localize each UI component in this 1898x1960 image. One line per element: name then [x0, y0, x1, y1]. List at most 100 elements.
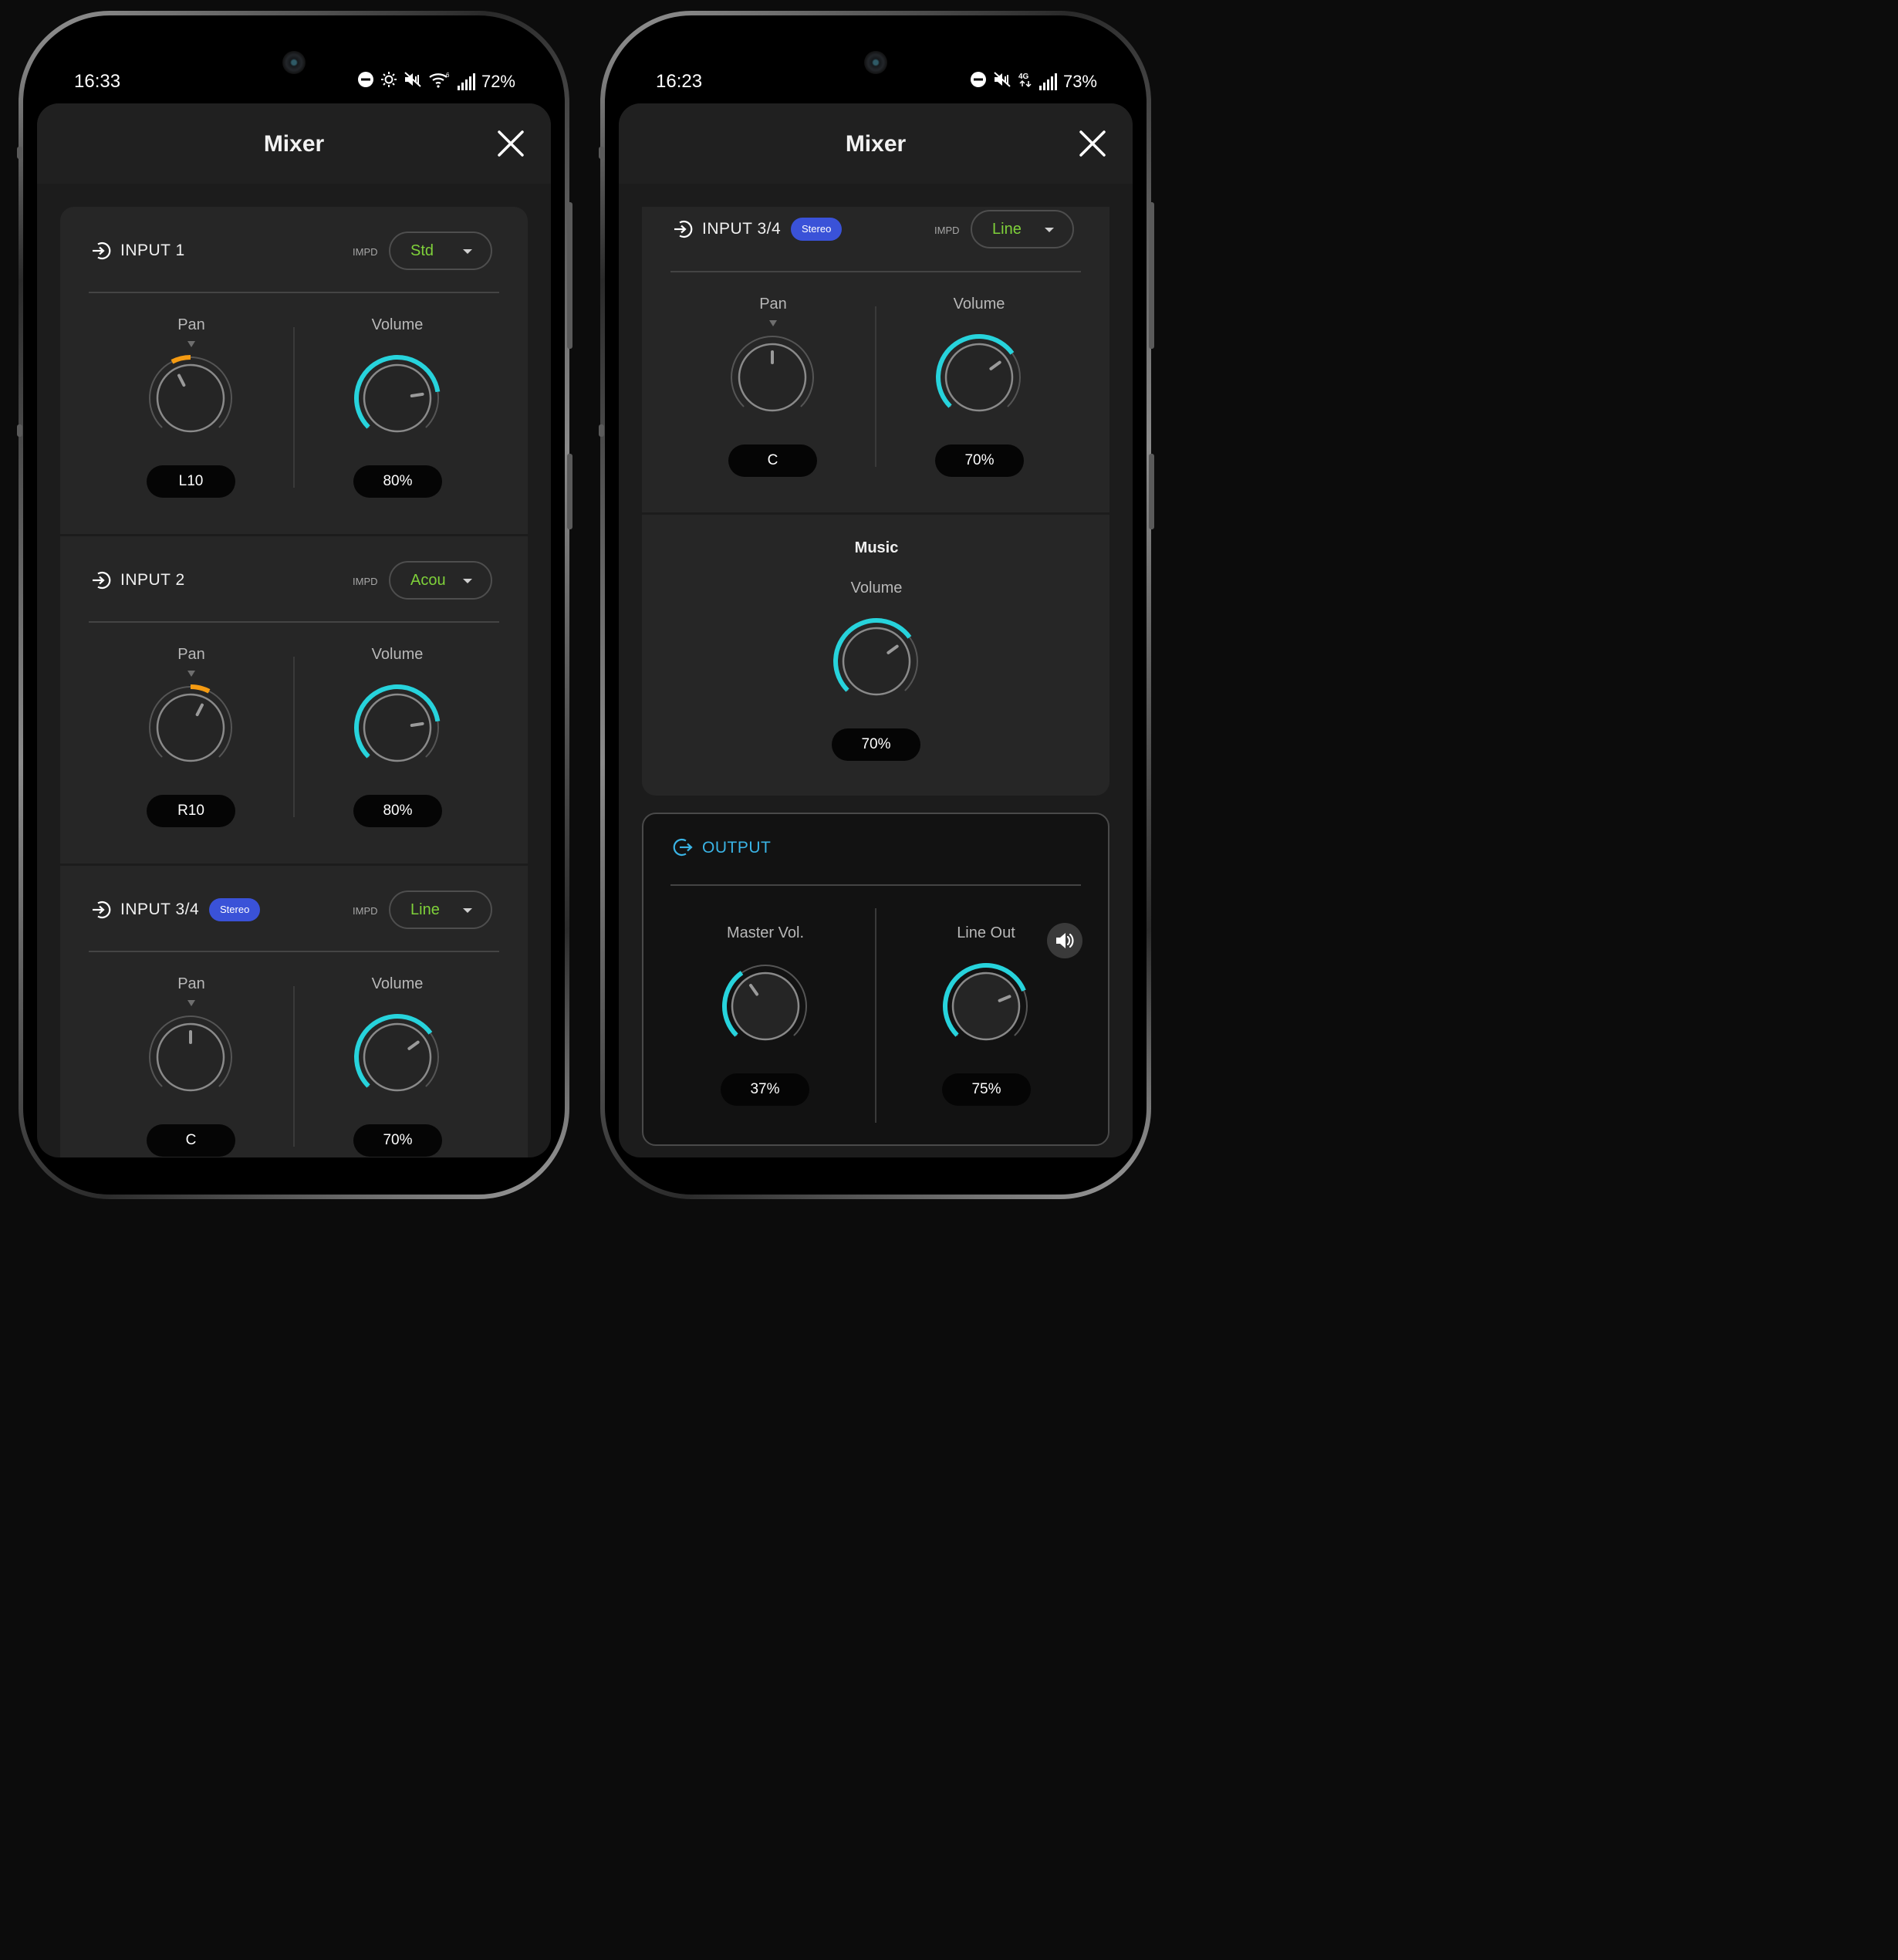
column-divider [293, 327, 295, 488]
volume-knob[interactable] [347, 348, 447, 448]
volume-knob[interactable] [929, 327, 1029, 427]
pan-label: Pan [177, 975, 205, 992]
column-divider [293, 657, 295, 817]
volume-value: 80% [353, 795, 442, 827]
channel-card-music: Music Volume 70% [642, 515, 1109, 796]
4g-icon: 4G [1018, 71, 1033, 93]
volume-knob[interactable] [347, 1007, 447, 1107]
pan-value: C [728, 444, 817, 477]
volume-label: Volume [953, 296, 1005, 313]
status-bar: 16:33 6 72% [37, 62, 551, 103]
volume-value: 70% [935, 444, 1024, 477]
stereo-badge: Stereo [791, 218, 843, 241]
impd-select[interactable]: Line [971, 210, 1074, 248]
pan-knob[interactable] [722, 327, 822, 427]
knob-body [842, 627, 911, 696]
left-phone-frame: 16:33 6 72% Mixer INPUT 1 IMPD Std Pan L… [17, 11, 572, 1199]
side-button [17, 424, 22, 437]
close-icon [498, 130, 524, 157]
signal-icon [457, 73, 475, 90]
channel-card-input-3-4: INPUT 3/4 Stereo IMPD Line Pan C Volume … [60, 866, 528, 1157]
volume-label: Volume [371, 316, 424, 333]
volume-label: Volume [850, 580, 903, 596]
volume-value: 70% [832, 728, 920, 761]
right-phone-frame: 16:23 4G 73% Mixer INPUT 3/4 Stereo IMPD [599, 11, 1154, 1199]
chevron-down-icon [463, 908, 472, 913]
master-volume-knob[interactable] [715, 956, 816, 1056]
pan-label: Pan [759, 296, 787, 313]
channel-name: INPUT 3/4 [702, 220, 782, 238]
mixer-content: INPUT 3/4 Stereo IMPD Line Pan C Volume … [619, 184, 1133, 1157]
battery-percent: 72% [481, 72, 515, 91]
brightness-icon [380, 71, 397, 93]
close-button[interactable] [497, 130, 525, 157]
side-button [599, 147, 604, 159]
chevron-down-icon [1045, 228, 1054, 232]
side-button [17, 147, 22, 159]
knob-body [156, 693, 225, 762]
sheet-header: Mixer [619, 103, 1133, 184]
impd-label: IMPD [934, 225, 960, 236]
line-out-volume-knob[interactable] [936, 956, 1036, 1056]
volume-label: Volume [371, 975, 424, 992]
impd-label: IMPD [353, 576, 378, 587]
channel-header: INPUT 1 IMPD Std [60, 228, 528, 275]
knob-pointer [410, 721, 424, 728]
line-out-speaker-button[interactable] [1047, 923, 1082, 958]
master-vol-label: Master Vol. [726, 924, 805, 941]
impd-value: Acou [410, 572, 446, 589]
line-out-label: Line Out [957, 924, 1015, 941]
column-divider [875, 306, 876, 467]
svg-text:4G: 4G [1018, 73, 1029, 81]
master-vol-value: 37% [721, 1073, 809, 1106]
pan-knob[interactable] [140, 678, 241, 778]
channel-card-input-1: INPUT 1 IMPD Std Pan L10 Volume 80% [60, 207, 528, 534]
channel-header: INPUT 2 IMPD Acou [60, 558, 528, 604]
input-icon [674, 220, 693, 238]
mute-icon [993, 71, 1011, 93]
power-button [1149, 454, 1154, 529]
channel-name: INPUT 1 [120, 242, 185, 259]
impd-select[interactable]: Line [389, 890, 492, 929]
knob-body [156, 363, 225, 433]
power-button [567, 454, 572, 529]
channel-card-input-2: INPUT 2 IMPD Acou Pan R10 Volume 80% [60, 536, 528, 863]
output-name: OUTPUT [702, 839, 772, 857]
impd-select[interactable]: Acou [389, 561, 492, 600]
divider [89, 292, 499, 293]
volume-value: 70% [353, 1124, 442, 1157]
volume-knob[interactable] [347, 678, 447, 778]
impd-select[interactable]: Std [389, 231, 492, 270]
battery-percent: 73% [1062, 72, 1097, 91]
divider [670, 884, 1081, 886]
pan-center-marker [187, 671, 195, 677]
knob-body [731, 972, 800, 1041]
volume-value: 80% [353, 465, 442, 498]
dnd-icon [970, 71, 987, 93]
channel-card-input-3-4: INPUT 3/4 Stereo IMPD Line Pan C Volume … [642, 207, 1109, 512]
dnd-icon [357, 71, 374, 93]
output-icon [673, 838, 693, 857]
input-icon [93, 901, 111, 919]
mute-icon [404, 71, 422, 93]
output-card: OUTPUT Master Vol. 37% Line Out 75% [642, 813, 1109, 1146]
channel-name: INPUT 3/4 [120, 901, 200, 918]
pan-knob[interactable] [140, 348, 241, 448]
side-button [599, 424, 604, 437]
pan-value: L10 [147, 465, 235, 498]
knob-body [944, 343, 1014, 412]
speaker-icon [1056, 933, 1074, 948]
chevron-down-icon [463, 249, 472, 254]
music-title: Music [854, 539, 899, 556]
mixer-sheet: Mixer INPUT 3/4 Stereo IMPD Line Pan C V… [619, 103, 1133, 1157]
knob-pan-arc [171, 355, 191, 364]
pan-knob[interactable] [140, 1007, 241, 1107]
volume-knob[interactable] [826, 611, 927, 711]
pan-center-marker [769, 320, 777, 326]
knob-pointer [410, 392, 424, 398]
channel-header: INPUT 3/4 Stereo IMPD Line [60, 887, 528, 934]
status-bar: 16:23 4G 73% [619, 62, 1133, 103]
close-button[interactable] [1079, 130, 1106, 157]
knob-body [363, 1022, 432, 1092]
divider [89, 951, 499, 952]
